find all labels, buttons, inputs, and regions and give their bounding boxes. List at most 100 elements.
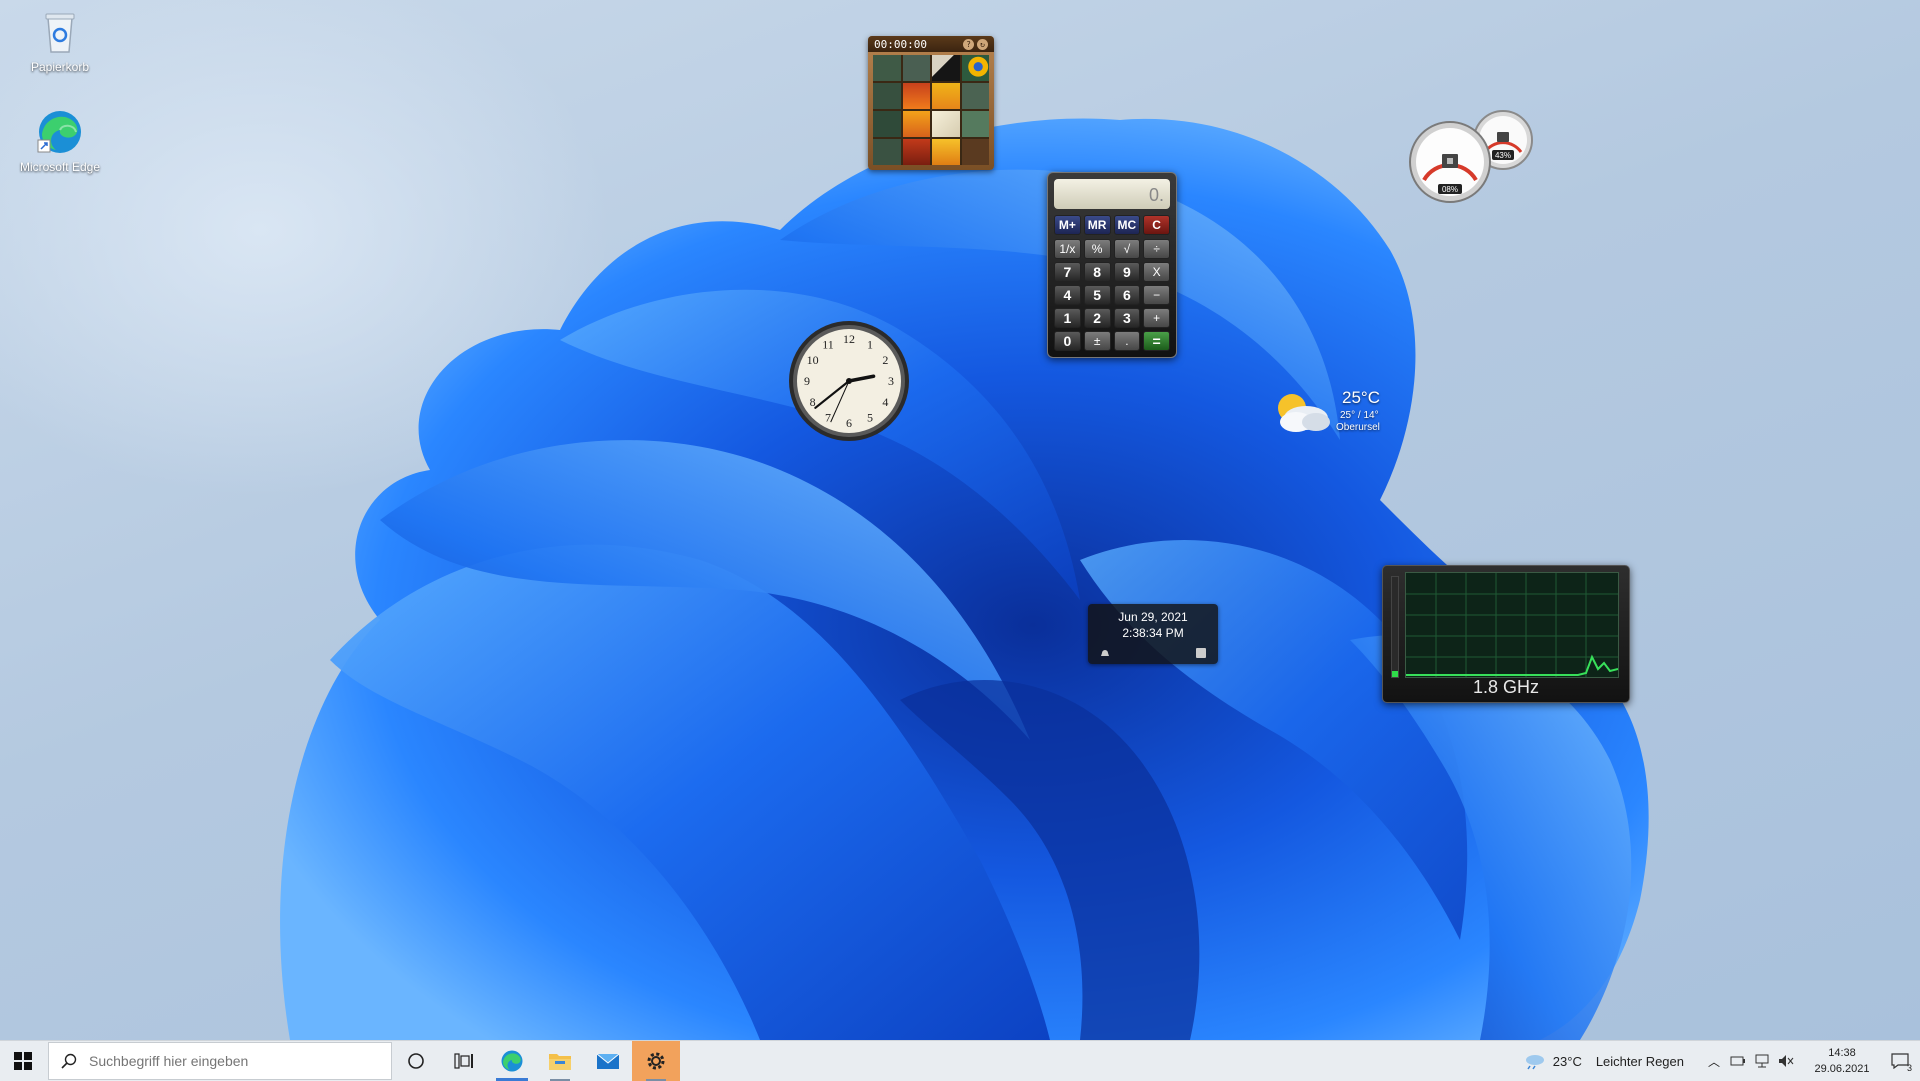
memory-percent: 43%	[1495, 151, 1511, 160]
windows-logo-icon	[14, 1052, 32, 1070]
puzzle-tile[interactable]	[932, 83, 960, 109]
taskbar-weather-temp: 23°C	[1552, 1053, 1582, 1069]
weather-temperature: 25°C	[1342, 388, 1380, 407]
battery-button[interactable]	[1726, 1041, 1750, 1081]
taskbar-weather-text: Leichter Regen	[1595, 1053, 1684, 1069]
calc-key-7[interactable]: 7	[1054, 262, 1081, 282]
puzzle-tile[interactable]	[932, 111, 960, 137]
puzzle-tile[interactable]	[961, 83, 989, 109]
clock-numeral: 5	[867, 410, 873, 424]
calc-key-sign[interactable]: ±	[1083, 331, 1111, 351]
shuffle-icon[interactable]: ↻	[977, 38, 988, 50]
calc-key-2[interactable]: 2	[1083, 308, 1111, 328]
clock-numeral: 11	[822, 338, 834, 352]
start-button[interactable]	[0, 1041, 46, 1081]
desktop-icon-recycle-bin[interactable]: Papierkorb	[10, 8, 110, 74]
puzzle-tile[interactable]	[961, 111, 989, 137]
calc-key-sqrt[interactable]: √	[1113, 239, 1141, 259]
taskbar-app-mail[interactable]	[584, 1041, 632, 1081]
calc-key-5[interactable]: 5	[1083, 285, 1111, 305]
puzzle-tile[interactable]	[902, 55, 930, 81]
puzzle-tile[interactable]	[873, 55, 901, 81]
clock-numeral: 6	[846, 416, 852, 430]
alarm-icon[interactable]	[1100, 648, 1110, 658]
notification-count: 3	[1906, 1063, 1912, 1073]
puzzle-tile-empty[interactable]	[961, 139, 989, 165]
folder-icon	[549, 1054, 571, 1070]
calc-key-mplus[interactable]: M+	[1054, 215, 1081, 235]
calculator-keypad: 1/x % √ ÷ 7 8 9 X 4 5 6 − 1 2 3 + 0 ± . …	[1048, 239, 1176, 351]
task-view-button[interactable]	[440, 1041, 488, 1081]
network-button[interactable]	[1750, 1041, 1774, 1081]
desktop-icon-label: Microsoft Edge	[19, 160, 101, 174]
clock-numeral: 3	[888, 374, 894, 388]
calendar-icon[interactable]	[1196, 648, 1206, 658]
calc-key-3[interactable]: 3	[1113, 308, 1141, 328]
calculator-gadget[interactable]: 0. M+ MR MC C 1/x % √ ÷ 7 8 9 X 4 5 6 − …	[1047, 172, 1177, 358]
calc-key-add[interactable]: +	[1143, 308, 1170, 328]
taskbar-clock[interactable]: 14:38 29.06.2021	[1804, 1045, 1880, 1077]
calc-key-4[interactable]: 4	[1054, 285, 1081, 305]
desktop-icon-label: Papierkorb	[30, 60, 90, 74]
calc-key-1[interactable]: 1	[1054, 308, 1081, 328]
puzzle-timer: 00:00:00	[874, 37, 927, 51]
calc-key-decimal[interactable]: .	[1113, 331, 1141, 351]
mail-icon	[596, 1053, 620, 1069]
weather-city: Oberursel	[1336, 422, 1380, 433]
calc-key-divide[interactable]: ÷	[1143, 239, 1170, 259]
taskbar-search-box[interactable]	[48, 1042, 392, 1080]
clock-numeral: 7	[825, 410, 831, 424]
desktop-icon-edge[interactable]: Microsoft Edge	[10, 108, 110, 174]
puzzle-tile[interactable]	[902, 111, 930, 137]
volume-button[interactable]	[1774, 1041, 1798, 1081]
weather-gadget[interactable]: 25°C 25° / 14° Oberursel	[1268, 382, 1388, 442]
clock-numeral: 1	[867, 338, 873, 352]
puzzle-tile[interactable]	[932, 139, 960, 165]
cortana-button[interactable]	[392, 1041, 440, 1081]
taskbar-app-settings[interactable]	[632, 1041, 680, 1081]
cpu-percent: 08%	[1442, 185, 1458, 194]
cpu-frequency: 1.8 GHz	[1472, 677, 1540, 697]
picture-puzzle-gadget[interactable]: 00:00:00 ? ↻	[868, 36, 994, 170]
calc-key-9[interactable]: 9	[1113, 262, 1141, 282]
puzzle-tile[interactable]	[873, 111, 901, 137]
cpu-graph-gadget[interactable]: 1.8 GHz	[1382, 565, 1630, 703]
taskbar: 23°C Leichter Regen ︿ 14:38 29.06.2021	[0, 1040, 1920, 1081]
calc-key-clear[interactable]: C	[1143, 215, 1170, 235]
taskbar-app-file-explorer[interactable]	[536, 1041, 584, 1081]
search-input[interactable]	[87, 1052, 361, 1070]
show-hidden-icons-button[interactable]: ︿	[1702, 1041, 1726, 1081]
taskbar-weather[interactable]: 23°C Leichter Regen	[1523, 1052, 1684, 1070]
calc-key-reciprocal[interactable]: 1/x	[1054, 239, 1081, 259]
clock-numeral: 2	[882, 353, 888, 367]
taskbar-app-edge[interactable]	[488, 1041, 536, 1081]
system-tray: 23°C Leichter Regen ︿ 14:38 29.06.2021 3	[1523, 1041, 1920, 1081]
calc-key-multiply[interactable]: X	[1143, 262, 1170, 282]
notification-center-button[interactable]: 3	[1880, 1041, 1920, 1081]
gadget-date: Jun 29, 2021	[1118, 610, 1188, 624]
calc-key-6[interactable]: 6	[1113, 285, 1141, 305]
calc-key-subtract[interactable]: −	[1143, 285, 1170, 305]
calc-key-equals[interactable]: =	[1143, 331, 1170, 351]
puzzle-grid	[873, 55, 989, 165]
calc-key-mc[interactable]: MC	[1113, 215, 1141, 235]
calc-key-8[interactable]: 8	[1083, 262, 1111, 282]
calc-key-percent[interactable]: %	[1083, 239, 1111, 259]
desktop[interactable]: Papierkorb Microsoft Edge 00:00:00 ? ↻ 0…	[0, 0, 1920, 1040]
clock-numeral: 10	[807, 353, 819, 367]
analog-clock-gadget[interactable]: 12 1 2 3 4 5 6 7 8 9 10 11	[786, 318, 912, 444]
datetime-gadget[interactable]: Jun 29, 2021 2:38:34 PM	[1088, 604, 1218, 664]
help-icon[interactable]: ?	[963, 38, 974, 50]
calc-key-mr[interactable]: MR	[1083, 215, 1111, 235]
puzzle-tile[interactable]	[873, 83, 901, 109]
weather-range: 25° / 14°	[1340, 410, 1379, 421]
calc-key-0[interactable]: 0	[1054, 331, 1081, 351]
puzzle-tile[interactable]	[961, 55, 989, 81]
puzzle-tile[interactable]	[902, 139, 930, 165]
puzzle-tile[interactable]	[902, 83, 930, 109]
clock-numeral: 12	[843, 332, 855, 346]
cpu-meter-gadget[interactable]: 43% 08%	[1408, 108, 1538, 208]
puzzle-tile[interactable]	[873, 139, 901, 165]
battery-icon	[1730, 1056, 1745, 1066]
puzzle-tile[interactable]	[932, 55, 960, 81]
